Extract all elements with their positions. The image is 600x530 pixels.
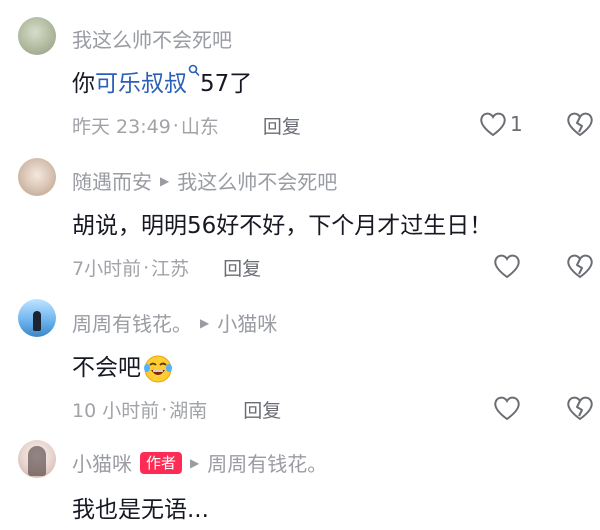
reply-to-username[interactable]: 小猫咪 <box>217 308 277 337</box>
reply-to-username[interactable]: 周周有钱花。 <box>207 448 327 477</box>
broken-heart-icon <box>567 396 593 421</box>
comment-text: 你可乐叔叔 57了 <box>72 64 252 98</box>
heart-icon <box>480 112 506 137</box>
like-button[interactable] <box>492 394 522 422</box>
comment-header: 我这么帅不会死吧 <box>72 24 232 53</box>
reply-to-username[interactable]: 我这么帅不会死吧 <box>177 166 337 195</box>
comment-header: 随遇而安 ▶ 我这么帅不会死吧 <box>72 166 337 195</box>
reply-button[interactable]: 回复 <box>223 254 261 281</box>
avatar[interactable] <box>18 299 56 337</box>
separator: · <box>143 256 150 279</box>
like-count: 1 <box>510 112 523 136</box>
comment-meta: 7小时前 · 江苏 回复 <box>72 254 261 281</box>
comment-header: 周周有钱花。 ▶ 小猫咪 <box>72 308 277 337</box>
broken-heart-icon <box>567 254 593 279</box>
reply-arrow-icon: ▶ <box>200 315 210 330</box>
avatar[interactable] <box>18 158 56 196</box>
separator: · <box>161 398 168 421</box>
comment-meta: 昨天 23:49 · 山东 回复 <box>72 112 301 139</box>
location: 湖南 <box>169 400 208 422</box>
search-icon <box>188 64 200 76</box>
broken-heart-icon <box>567 112 593 137</box>
laughing-crying-emoji-icon <box>144 355 172 382</box>
author-badge: 作者 <box>140 451 183 474</box>
like-button[interactable] <box>492 252 522 280</box>
reply-arrow-icon: ▶ <box>160 173 170 188</box>
username[interactable]: 我这么帅不会死吧 <box>72 24 232 53</box>
username[interactable]: 随遇而安 <box>72 166 152 195</box>
reply-button[interactable]: 回复 <box>263 112 301 139</box>
location: 江苏 <box>151 258 190 280</box>
avatar[interactable] <box>18 17 56 55</box>
mention-link[interactable]: 可乐叔叔 <box>95 71 187 97</box>
timestamp: 10 小时前 <box>72 400 160 422</box>
reply-button[interactable]: 回复 <box>243 396 281 423</box>
comment-meta: 10 小时前 · 湖南 回复 <box>72 396 281 423</box>
comment-text: 胡说，明明56好不好，下个月才过生日！ <box>72 213 493 239</box>
timestamp: 昨天 23:49 <box>72 116 171 138</box>
location: 山东 <box>180 116 219 138</box>
timestamp: 7小时前 <box>72 258 142 280</box>
like-button[interactable]: 1 <box>478 110 523 138</box>
comment-header: 小猫咪 作者 ▶ 周周有钱花。 <box>72 448 327 477</box>
dislike-button[interactable] <box>565 110 595 142</box>
dislike-button[interactable] <box>565 394 595 426</box>
separator: · <box>172 114 179 137</box>
comment-text: 我也是无语... <box>72 497 209 523</box>
avatar[interactable] <box>18 440 56 478</box>
username[interactable]: 周周有钱花。 <box>72 308 192 337</box>
heart-icon <box>494 254 520 279</box>
heart-icon <box>494 396 520 421</box>
username[interactable]: 小猫咪 <box>72 448 132 477</box>
reply-arrow-icon: ▶ <box>190 455 200 470</box>
comment-text: 不会吧 <box>72 348 173 384</box>
dislike-button[interactable] <box>565 252 595 284</box>
